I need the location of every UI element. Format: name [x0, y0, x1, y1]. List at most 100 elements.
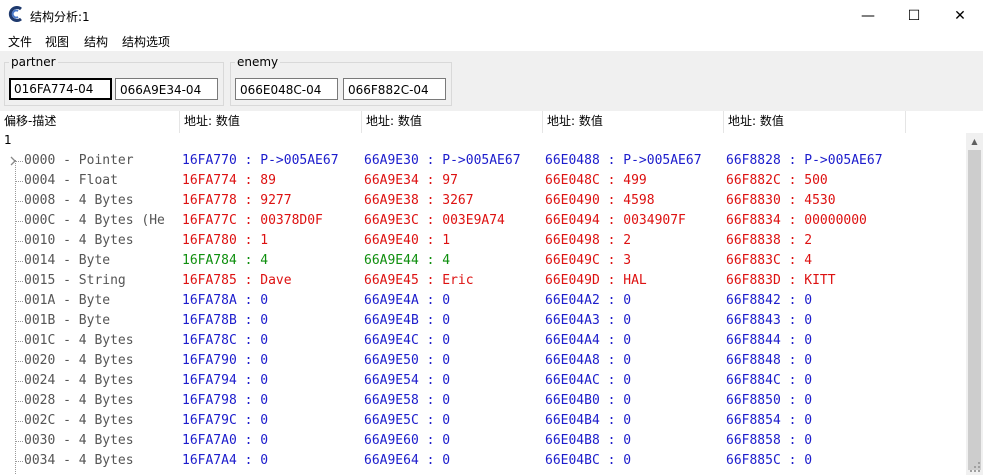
address-value-cell[interactable]: 66A9E3C : 003E9A74 — [364, 213, 545, 228]
address-value-cell[interactable]: 66A9E40 : 1 — [364, 233, 545, 248]
address-value-cell[interactable]: 16FA770 : P->005AE67 — [182, 153, 364, 168]
table-row[interactable]: 0004 - Float 16FA774 : 89 66A9E34 : 97 66E0… — [0, 171, 966, 191]
address-value-cell[interactable]: 16FA774 : 89 — [182, 173, 364, 188]
address-value-cell[interactable]: 66F8828 : P->005AE67 — [726, 153, 906, 168]
table-row[interactable]: 0000 - Pointer 16FA770 : P->005AE67 66A9E3… — [0, 151, 966, 171]
address-value-cell[interactable]: 66F8842 : 0 — [726, 293, 906, 308]
minimize-button[interactable]: — — [845, 0, 891, 31]
address-value-cell[interactable]: 66E0498 : 2 — [545, 233, 726, 248]
address-value-cell[interactable]: 66F883C : 4 — [726, 253, 906, 268]
table-row[interactable]: 002C - 4 Bytes 16FA79C : 0 66A9E5C : 0 66E0… — [0, 411, 966, 431]
address-value-cell[interactable]: 16FA794 : 0 — [182, 373, 364, 388]
address-value-cell[interactable]: 16FA785 : Dave — [182, 273, 364, 288]
table-row[interactable]: 001C - 4 Bytes 16FA78C : 0 66A9E4C : 0 66E0… — [0, 331, 966, 351]
close-button[interactable]: ✕ — [937, 0, 983, 31]
address-value-cell[interactable]: 66A9E64 : 0 — [364, 453, 545, 468]
header-address-value[interactable]: 地址: 数值 — [362, 111, 543, 133]
table-row[interactable]: 0015 - String 16FA785 : Dave 66A9E45 : Eri… — [0, 271, 966, 291]
address-value-cell[interactable]: 16FA77C : 00378D0F — [182, 213, 364, 228]
address-value-cell[interactable]: 66F8843 : 0 — [726, 313, 906, 328]
header-address-value[interactable]: 地址: 数值 — [180, 111, 362, 133]
address-value-cell[interactable]: 66E0488 : P->005AE67 — [545, 153, 726, 168]
maximize-button[interactable]: ☐ — [891, 0, 937, 31]
address-value-cell[interactable]: 66F8850 : 0 — [726, 393, 906, 408]
address-value-cell[interactable]: 66A9E30 : P->005AE67 — [364, 153, 545, 168]
address-field[interactable]: 066E048C-04 — [235, 78, 338, 100]
address-value-cell[interactable]: 66F8848 : 0 — [726, 353, 906, 368]
address-value-cell[interactable]: 66F883D : KITT — [726, 273, 906, 288]
table-row[interactable]: 000C - 4 Bytes (He 16FA77C : 00378D0F 66A9… — [0, 211, 966, 231]
address-value-cell[interactable]: 66A9E4C : 0 — [364, 333, 545, 348]
header-address-value[interactable]: 地址: 数值 — [543, 111, 724, 133]
address-value-cell[interactable]: 66E048C : 499 — [545, 173, 726, 188]
address-value-cell[interactable]: 66E04A2 : 0 — [545, 293, 726, 308]
table-row[interactable]: 0034 - 4 Bytes 16FA7A4 : 0 66A9E64 : 0 66E0… — [0, 451, 966, 471]
scrollbar-thumb[interactable] — [968, 150, 981, 470]
address-value-cell[interactable]: 66A9E34 : 97 — [364, 173, 545, 188]
address-value-cell[interactable]: 66E04A4 : 0 — [545, 333, 726, 348]
table-row[interactable]: 0008 - 4 Bytes 16FA778 : 9277 66A9E38 : 32… — [0, 191, 966, 211]
address-field[interactable]: 066A9E34-04 — [115, 78, 218, 100]
address-value-cell[interactable]: 66F8838 : 2 — [726, 233, 906, 248]
address-value-cell[interactable]: 66A9E4B : 0 — [364, 313, 545, 328]
address-value-cell[interactable]: 66E04B0 : 0 — [545, 393, 726, 408]
table-row[interactable]: 0010 - 4 Bytes 16FA780 : 1 66A9E40 : 1 66E0… — [0, 231, 966, 251]
address-value-cell[interactable]: 66A9E38 : 3267 — [364, 193, 545, 208]
address-value-cell[interactable]: 66F8830 : 4530 — [726, 193, 906, 208]
address-value-cell[interactable]: 66A9E54 : 0 — [364, 373, 545, 388]
address-value-cell[interactable]: 16FA798 : 0 — [182, 393, 364, 408]
address-value-cell[interactable]: 66F8858 : 0 — [726, 433, 906, 448]
table-row[interactable]: 0030 - 4 Bytes 16FA7A0 : 0 66A9E60 : 0 66E0… — [0, 431, 966, 451]
table-row[interactable]: 0014 - Byte 16FA784 : 4 66A9E44 : 4 66E049C… — [0, 251, 966, 271]
address-value-cell[interactable]: 66E04BC : 0 — [545, 453, 726, 468]
vertical-scrollbar[interactable]: ▲ — [966, 133, 983, 475]
address-value-cell[interactable]: 66F8834 : 00000000 — [726, 213, 906, 228]
address-value-cell[interactable]: 16FA7A4 : 0 — [182, 453, 364, 468]
address-value-cell[interactable]: 16FA7A0 : 0 — [182, 433, 364, 448]
address-value-cell[interactable]: 16FA78B : 0 — [182, 313, 364, 328]
header-address-value[interactable]: 地址: 数值 — [724, 111, 906, 133]
address-value-cell[interactable]: 66E04B8 : 0 — [545, 433, 726, 448]
table-row[interactable]: 0024 - 4 Bytes 16FA794 : 0 66A9E54 : 0 66E0… — [0, 371, 966, 391]
menu-file[interactable]: 文件 — [8, 33, 32, 50]
menu-structure[interactable]: 结构 — [84, 33, 108, 50]
address-value-cell[interactable]: 16FA784 : 4 — [182, 253, 364, 268]
structure-tree[interactable]: 1 0000 - Pointer 16FA770 : P->005AE67 66A9… — [0, 133, 966, 475]
header-offset-description[interactable]: 偏移-描述 — [0, 111, 180, 133]
address-value-cell[interactable]: 66A9E45 : Eric — [364, 273, 545, 288]
address-value-cell[interactable]: 16FA780 : 1 — [182, 233, 364, 248]
address-value-cell[interactable]: 66A9E44 : 4 — [364, 253, 545, 268]
address-value-cell[interactable]: 66A9E50 : 0 — [364, 353, 545, 368]
address-value-cell[interactable]: 66A9E58 : 0 — [364, 393, 545, 408]
scroll-up-arrow-icon[interactable]: ▲ — [966, 133, 983, 150]
table-row[interactable]: 001B - Byte 16FA78B : 0 66A9E4B : 0 66E04A3… — [0, 311, 966, 331]
address-value-cell[interactable]: 66E0490 : 4598 — [545, 193, 726, 208]
table-row[interactable]: 0020 - 4 Bytes 16FA790 : 0 66A9E50 : 0 66E0… — [0, 351, 966, 371]
address-value-cell[interactable]: 66F882C : 500 — [726, 173, 906, 188]
address-value-cell[interactable]: 66E049D : HAL — [545, 273, 726, 288]
address-value-cell[interactable]: 66E04A8 : 0 — [545, 353, 726, 368]
address-value-cell[interactable]: 16FA79C : 0 — [182, 413, 364, 428]
address-value-cell[interactable]: 66F8844 : 0 — [726, 333, 906, 348]
menu-structure-options[interactable]: 结构选项 — [122, 33, 170, 50]
resize-grip-icon[interactable] — [969, 461, 981, 473]
address-value-cell[interactable]: 66E04AC : 0 — [545, 373, 726, 388]
address-field[interactable]: 066F882C-04 — [343, 78, 446, 100]
address-value-cell[interactable]: 66F885C : 0 — [726, 453, 906, 468]
address-value-cell[interactable]: 16FA778 : 9277 — [182, 193, 364, 208]
address-value-cell[interactable]: 66A9E4A : 0 — [364, 293, 545, 308]
address-field[interactable]: 016FA774-04 — [9, 78, 112, 100]
table-row[interactable]: 001A - Byte 16FA78A : 0 66A9E4A : 0 66E04A2… — [0, 291, 966, 311]
menu-view[interactable]: 视图 — [45, 33, 69, 50]
address-value-cell[interactable]: 16FA78C : 0 — [182, 333, 364, 348]
address-value-cell[interactable]: 66A9E60 : 0 — [364, 433, 545, 448]
table-row[interactable]: 0028 - 4 Bytes 16FA798 : 0 66A9E58 : 0 66E0… — [0, 391, 966, 411]
address-value-cell[interactable]: 66F884C : 0 — [726, 373, 906, 388]
address-value-cell[interactable]: 16FA790 : 0 — [182, 353, 364, 368]
address-value-cell[interactable]: 66E04B4 : 0 — [545, 413, 726, 428]
address-value-cell[interactable]: 66E04A3 : 0 — [545, 313, 726, 328]
address-value-cell[interactable]: 16FA78A : 0 — [182, 293, 364, 308]
address-value-cell[interactable]: 66A9E5C : 0 — [364, 413, 545, 428]
address-value-cell[interactable]: 66F8854 : 0 — [726, 413, 906, 428]
address-value-cell[interactable]: 66E049C : 3 — [545, 253, 726, 268]
